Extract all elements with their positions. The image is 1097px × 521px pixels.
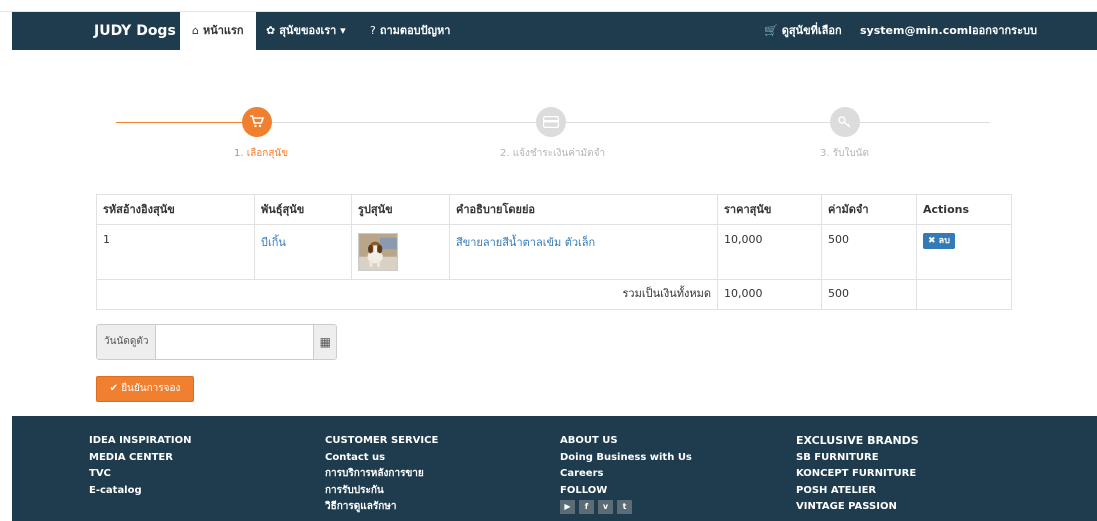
footer-link[interactable]: วิธีการดูแลรักษา bbox=[325, 499, 438, 516]
dog-photo[interactable] bbox=[358, 233, 398, 271]
question-icon: ? bbox=[370, 24, 376, 37]
progress-track-1 bbox=[272, 122, 536, 123]
step-1-label: 1. เลือกสุนัข bbox=[234, 148, 289, 159]
paw-icon: ✿ bbox=[266, 24, 276, 37]
col-header-breed: พันธุ์สุนัข bbox=[254, 194, 352, 225]
main-content: 1. เลือกสุนัข 2. แจ้งชำระเงินค่ามัดจำ 3.… bbox=[12, 50, 1097, 416]
cell-ref-id: 1 bbox=[96, 224, 255, 280]
nav-faq-label: ถามตอบปัญหา bbox=[379, 24, 451, 37]
progress-track-2 bbox=[566, 122, 830, 123]
footer-link[interactable]: Doing Business with Us bbox=[560, 450, 692, 467]
footer-column-2: CUSTOMER SERVICE Contact us การบริการหลั… bbox=[325, 433, 438, 516]
step-3-label: 3. รับใบนัด bbox=[820, 148, 869, 159]
table-row: 1 บีเกิ้น สีขายลายสีน้ำตาลเข้ม ตัวเล็ก 1 bbox=[96, 224, 1012, 280]
footer-link[interactable]: การบริการหลังการขาย bbox=[325, 466, 438, 483]
total-price: 10,000 bbox=[717, 279, 822, 310]
footer-link[interactable]: KONCEPT FURNITURE bbox=[796, 466, 919, 483]
step-2-label: 2. แจ้งชำระเงินค่ามัดจำ bbox=[500, 148, 606, 159]
footer-link[interactable]: E-catalog bbox=[89, 483, 192, 500]
nav-cart[interactable]: 🛒 ดูสุนัขที่เลือก bbox=[764, 12, 842, 50]
appointment-date-label: วันนัดดูตัวสุนัข bbox=[97, 325, 157, 359]
footer-brands-heading: EXCLUSIVE BRANDS bbox=[796, 434, 919, 447]
cart-icon: 🛒 bbox=[764, 24, 778, 37]
col-header-price: ราคาสุนัข bbox=[717, 194, 822, 225]
footer-link[interactable]: TVC bbox=[89, 466, 192, 483]
table-total-row: รวมเป็นเงินทั้งหมด 10,000 500 bbox=[96, 279, 1012, 310]
step-2-payment-card-icon bbox=[536, 107, 566, 137]
total-actions-empty bbox=[916, 279, 1012, 310]
footer-link[interactable]: SB FURNITURE bbox=[796, 450, 919, 467]
nav-faq[interactable]: ? ถามตอบปัญหา bbox=[370, 12, 450, 50]
footer-link[interactable]: การรับประกัน bbox=[325, 483, 438, 500]
cell-actions: ✖ ลบ bbox=[916, 224, 1012, 280]
social-icons: ▶ f v t bbox=[560, 500, 692, 514]
brand-logo[interactable]: JUDY Dogs bbox=[94, 12, 176, 50]
footer-link[interactable]: ABOUT US bbox=[560, 433, 692, 450]
cell-price: 10,000 bbox=[717, 224, 822, 280]
col-header-actions: Actions bbox=[916, 194, 1012, 225]
home-icon: ⌂ bbox=[192, 24, 199, 37]
nav-home-label: หน้าแรก bbox=[202, 24, 244, 37]
delete-button[interactable]: ✖ ลบ bbox=[923, 233, 955, 249]
col-header-deposit: ค่ามัดจำ bbox=[821, 194, 917, 225]
footer-link[interactable]: MEDIA CENTER bbox=[89, 450, 192, 467]
twitter-icon[interactable]: t bbox=[617, 500, 632, 514]
vimeo-icon[interactable]: v bbox=[598, 500, 613, 514]
cell-description: สีขายลายสีน้ำตาลเข้ม ตัวเล็ก bbox=[449, 224, 718, 280]
footer-link[interactable]: Contact us bbox=[325, 450, 438, 467]
footer-column-4: EXCLUSIVE BRANDS SB FURNITURE KONCEPT FU… bbox=[796, 433, 919, 516]
total-label: รวมเป็นเงินทั้งหมด bbox=[96, 279, 718, 310]
breed-link[interactable]: บีเกิ้น bbox=[261, 236, 286, 249]
nav-cart-label: ดูสุนัขที่เลือก bbox=[781, 24, 842, 37]
calendar-icon[interactable]: ▦ bbox=[313, 325, 336, 359]
top-navbar: JUDY Dogs ⌂ หน้าแรก ✿ สุนัขของเรา ▾ ? ถามตอ… bbox=[12, 12, 1097, 50]
nav-our-dogs-label: สุนัขของเรา ▾ bbox=[279, 24, 346, 37]
total-deposit: 500 bbox=[821, 279, 917, 310]
cell-breed: บีเกิ้น bbox=[254, 224, 352, 280]
appointment-date-group: วันนัดดูตัวสุนัข ▦ bbox=[96, 324, 337, 360]
site-footer: IDEA INSPIRATION MEDIA CENTER TVC E-cata… bbox=[12, 416, 1097, 521]
step-1-cart-icon bbox=[242, 107, 272, 137]
nav-user-email[interactable]: system@min.coml bbox=[860, 12, 972, 50]
youtube-icon[interactable]: ▶ bbox=[560, 500, 575, 514]
footer-link[interactable]: Careers bbox=[560, 466, 692, 483]
progress-track-done bbox=[116, 122, 242, 123]
footer-link[interactable]: VINTAGE PASSION bbox=[796, 499, 919, 516]
confirm-booking-button[interactable]: ✔ ยืนยันการจอง bbox=[96, 376, 194, 402]
cell-deposit: 500 bbox=[821, 224, 917, 280]
progress-track-3 bbox=[860, 122, 990, 123]
footer-link[interactable]: POSH ATELIER bbox=[796, 483, 919, 500]
footer-link[interactable]: IDEA INSPIRATION bbox=[89, 433, 192, 450]
nav-our-dogs-dropdown[interactable]: ✿ สุนัขของเรา ▾ bbox=[266, 12, 346, 50]
nav-home[interactable]: ⌂ หน้าแรก bbox=[180, 12, 256, 50]
checkmark-icon: ✔ bbox=[109, 383, 118, 394]
cell-photo bbox=[351, 224, 450, 280]
footer-column-1: IDEA INSPIRATION MEDIA CENTER TVC E-cata… bbox=[89, 433, 192, 499]
col-header-description: คำอธิบายโดยย่อ bbox=[449, 194, 718, 225]
footer-link[interactable]: CUSTOMER SERVICE bbox=[325, 433, 438, 450]
confirm-booking-label: ยืนยันการจอง bbox=[121, 383, 181, 394]
facebook-icon[interactable]: f bbox=[579, 500, 594, 514]
selected-dogs-table: รหัสอ้างอิงสุนัข พันธุ์สุนัข รูปสุนัข คำ… bbox=[96, 194, 1012, 310]
nav-logout[interactable]: ออกจากระบบ bbox=[972, 12, 1037, 50]
table-header-row: รหัสอ้างอิงสุนัข พันธุ์สุนัข รูปสุนัข คำ… bbox=[96, 194, 1012, 225]
footer-follow-heading: FOLLOW bbox=[560, 484, 608, 496]
col-header-photo: รูปสุนัข bbox=[351, 194, 450, 225]
col-header-ref-id: รหัสอ้างอิงสุนัข bbox=[96, 194, 255, 225]
browser-top-strip bbox=[0, 0, 1097, 12]
appointment-date-input[interactable] bbox=[156, 325, 314, 359]
description-link[interactable]: สีขายลายสีน้ำตาลเข้ม ตัวเล็ก bbox=[456, 236, 595, 249]
step-3-key-icon bbox=[830, 107, 860, 137]
footer-column-3: ABOUT US Doing Business with Us Careers … bbox=[560, 433, 692, 514]
